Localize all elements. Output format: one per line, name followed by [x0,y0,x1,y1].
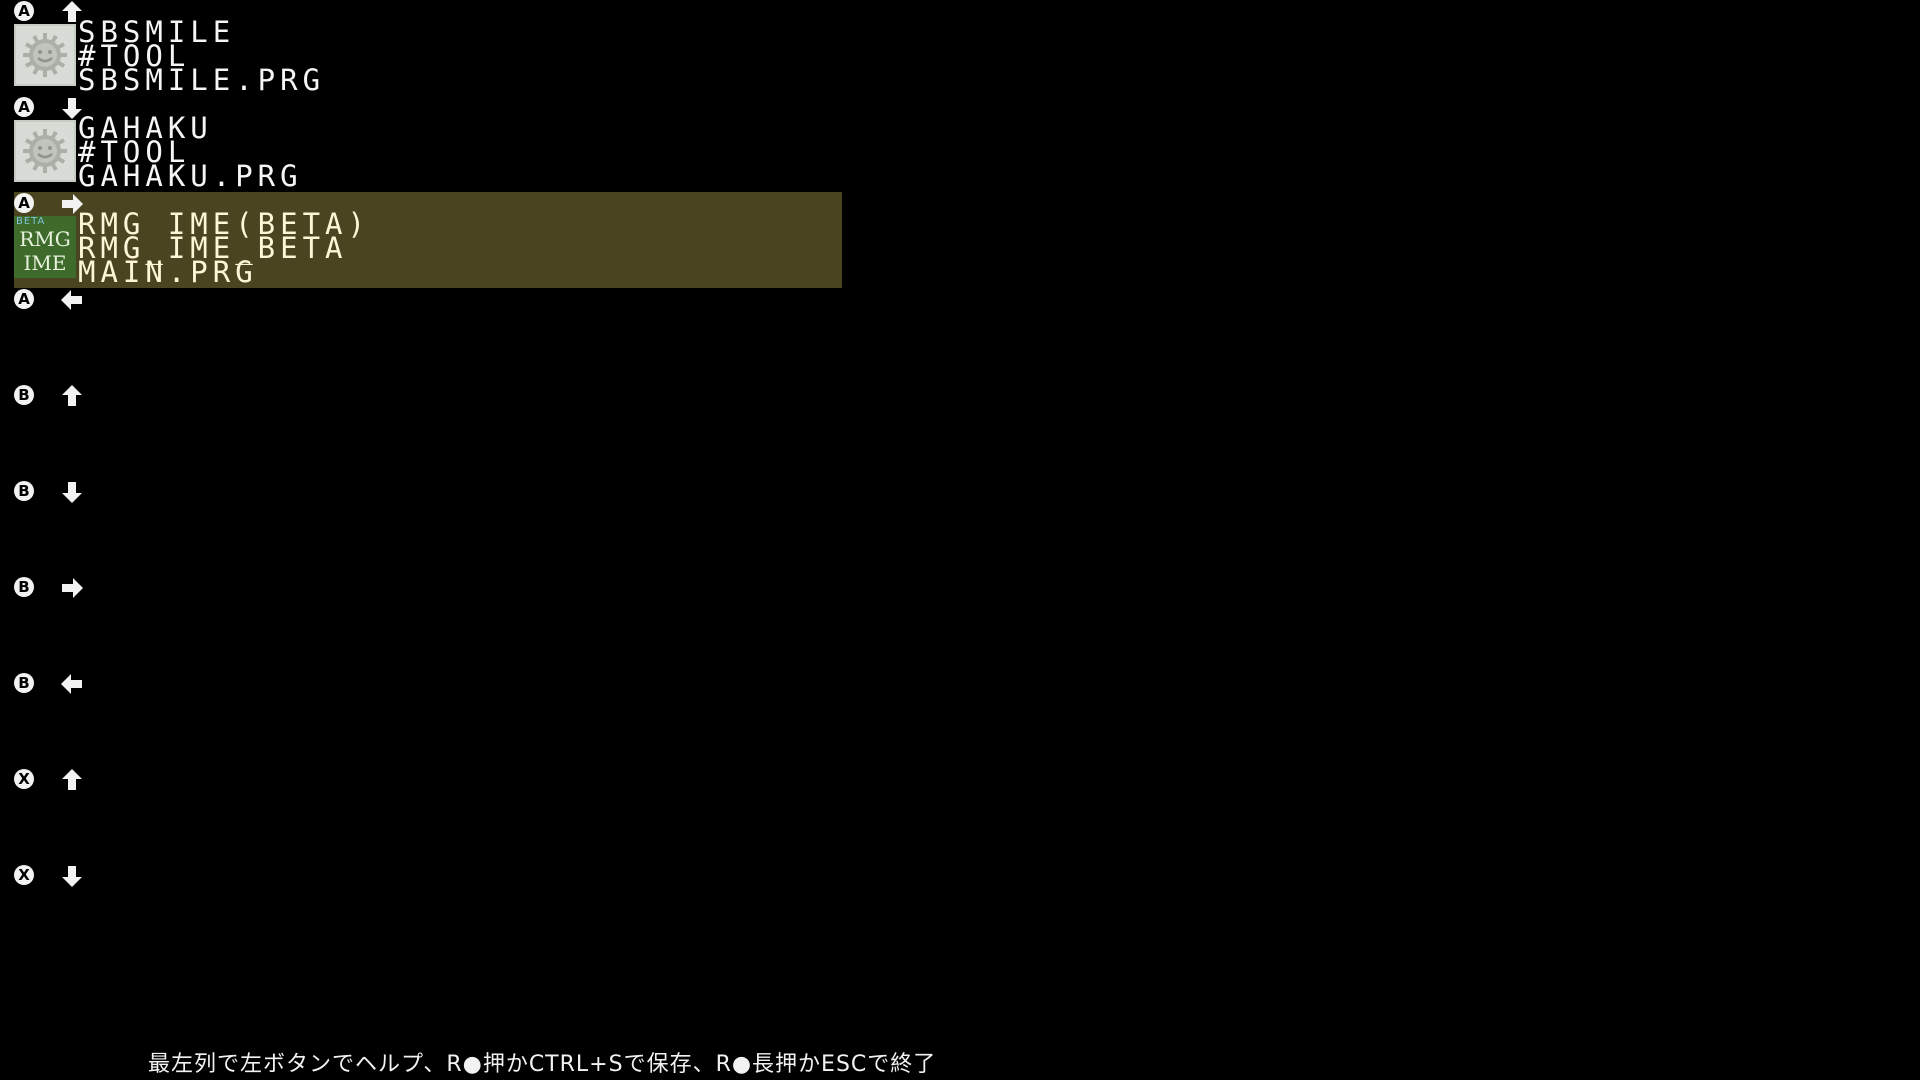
slot-file: GAHAKU.PRG [78,159,303,193]
arrow-left-icon [60,288,84,312]
rmg-icon-line2: IME [23,251,67,275]
rmg-icon-beta: BETA [16,216,46,227]
button-a-icon: A [14,193,34,213]
slot-row[interactable]: A GAHAKU #TOOL GAHAKU.PRG [0,96,1920,192]
arrow-up-icon [60,384,84,408]
arrow-left-icon [60,672,84,696]
slot-row[interactable]: X [0,768,1920,864]
button-b-icon: B [14,481,34,501]
arrow-down-icon [60,864,84,888]
button-x-icon: X [14,769,34,789]
help-footer: 最左列で左ボタンでヘルプ、R●押かCTRL+Sで保存、R●長押かESCで終了 [148,1052,937,1077]
arrow-right-icon [60,576,84,600]
slot-row[interactable]: B [0,384,1920,480]
slot-text: GAHAKU #TOOL GAHAKU.PRG [78,114,303,193]
button-b-icon: B [14,577,34,597]
button-a-icon: A [14,97,34,117]
slot-row[interactable]: X [0,864,1920,960]
button-b-icon: B [14,673,34,693]
slot-row[interactable]: B [0,576,1920,672]
slot-text: SBSMILE #TOOL SBSMILE.PRG [78,18,326,97]
rmg-icon-line1: RMG [19,227,71,251]
arrow-up-icon [60,768,84,792]
rmg-ime-icon: BETA RMG IME [14,216,76,278]
button-a-icon: A [14,1,34,21]
gear-icon [14,24,76,86]
slot-row[interactable]: A BETA RMG IME RMG IME(BETA) RMG_IME_BETA MAIN… [0,192,1920,288]
slot-row[interactable]: A SBSMILE #TOOL SBSMILE.PRG [0,0,1920,96]
slot-row[interactable]: B [0,480,1920,576]
slot-text: RMG IME(BETA) RMG_IME_BETA MAIN.PRG [78,210,370,287]
arrow-down-icon [60,480,84,504]
gear-icon [14,120,76,182]
button-a-icon: A [14,289,34,309]
button-b-icon: B [14,385,34,405]
button-x-icon: X [14,865,34,885]
slot-row[interactable]: B [0,672,1920,768]
slot-file: SBSMILE.PRG [78,63,326,97]
slot-row[interactable]: A [0,288,1920,384]
